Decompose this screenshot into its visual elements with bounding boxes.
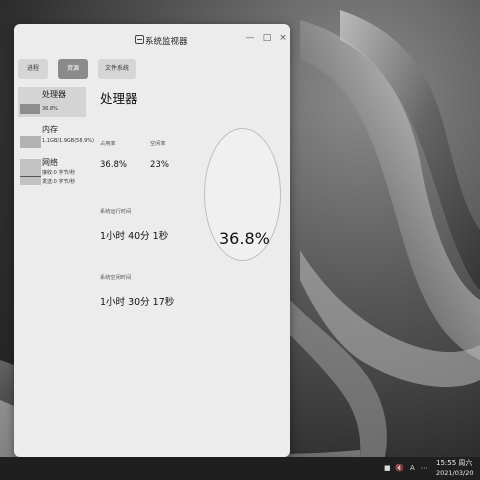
sidebar-item-label: 内存 — [42, 125, 58, 134]
network-graph — [20, 159, 41, 185]
uptime-value: 1小时 40分 1秒 — [100, 231, 169, 242]
taskbar: ■ 🔇 A ⋯ 15:55 周六 2021/03/20 — [0, 457, 480, 480]
cpu-usage-bar — [20, 104, 40, 114]
titlebar[interactable]: 系统监视器 — □ × — [14, 24, 290, 54]
tab-resources[interactable]: 资源 — [58, 59, 88, 79]
tray-app-icon[interactable]: ■ — [384, 464, 391, 472]
tab-processes[interactable]: 进程 — [18, 59, 48, 79]
sidebar-item-network[interactable]: 网络 接收:0 字节/秒 发送:0 字节/秒 — [18, 157, 86, 189]
idletime-value: 1小时 30分 17秒 — [100, 297, 175, 308]
idle-value: 23% — [150, 160, 169, 170]
usage-label: 占用率 — [100, 141, 116, 147]
monitor-app-icon — [135, 35, 144, 44]
sidebar-item-label: 处理器 — [42, 90, 66, 99]
input-method-icon[interactable]: A — [410, 464, 415, 472]
page-title: 处理器 — [100, 91, 138, 106]
usage-value: 36.8% — [100, 160, 128, 170]
sidebar-item-memory[interactable]: 内存 1.1GB/1.9GB(58.9%) — [18, 122, 94, 152]
sidebar-item-cpu[interactable]: 处理器 36.8% — [18, 87, 86, 117]
minimize-button[interactable]: — — [243, 31, 257, 45]
tab-filesystem[interactable]: 文件系统 — [98, 59, 136, 79]
sidebar-item-value: 36.8% — [42, 106, 58, 112]
maximize-button[interactable]: □ — [260, 31, 274, 45]
sidebar-item-value: 1.1GB/1.9GB(58.9%) — [42, 138, 94, 144]
system-monitor-window: 系统监视器 — □ × 进程 资源 文件系统 处理器 36.8% 内存 1.1G… — [14, 24, 290, 457]
network-receive: 接收:0 字节/秒 — [42, 170, 76, 176]
memory-usage-bar — [20, 136, 41, 148]
volume-muted-icon[interactable]: 🔇 — [395, 464, 404, 472]
gauge-value: 36.8% — [219, 229, 270, 248]
sidebar-item-label: 网络 — [42, 158, 58, 167]
uptime-label: 系统运行时间 — [100, 209, 132, 215]
idletime-label: 系统空闲时间 — [100, 275, 132, 281]
clock-time[interactable]: 15:55 周六 — [436, 458, 472, 468]
network-send: 发送:0 字节/秒 — [42, 179, 76, 185]
close-button[interactable]: × — [276, 31, 290, 45]
idle-label: 空闲率 — [150, 141, 166, 147]
clock-date[interactable]: 2021/03/20 — [436, 469, 473, 477]
window-title: 系统监视器 — [145, 37, 188, 47]
more-icon[interactable]: ⋯ — [421, 464, 428, 472]
